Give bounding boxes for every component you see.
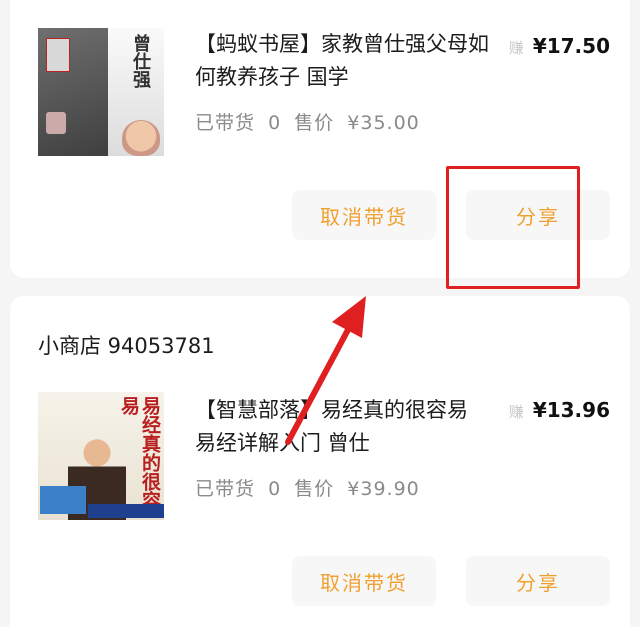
annotation-arrow-icon [285,296,366,445]
